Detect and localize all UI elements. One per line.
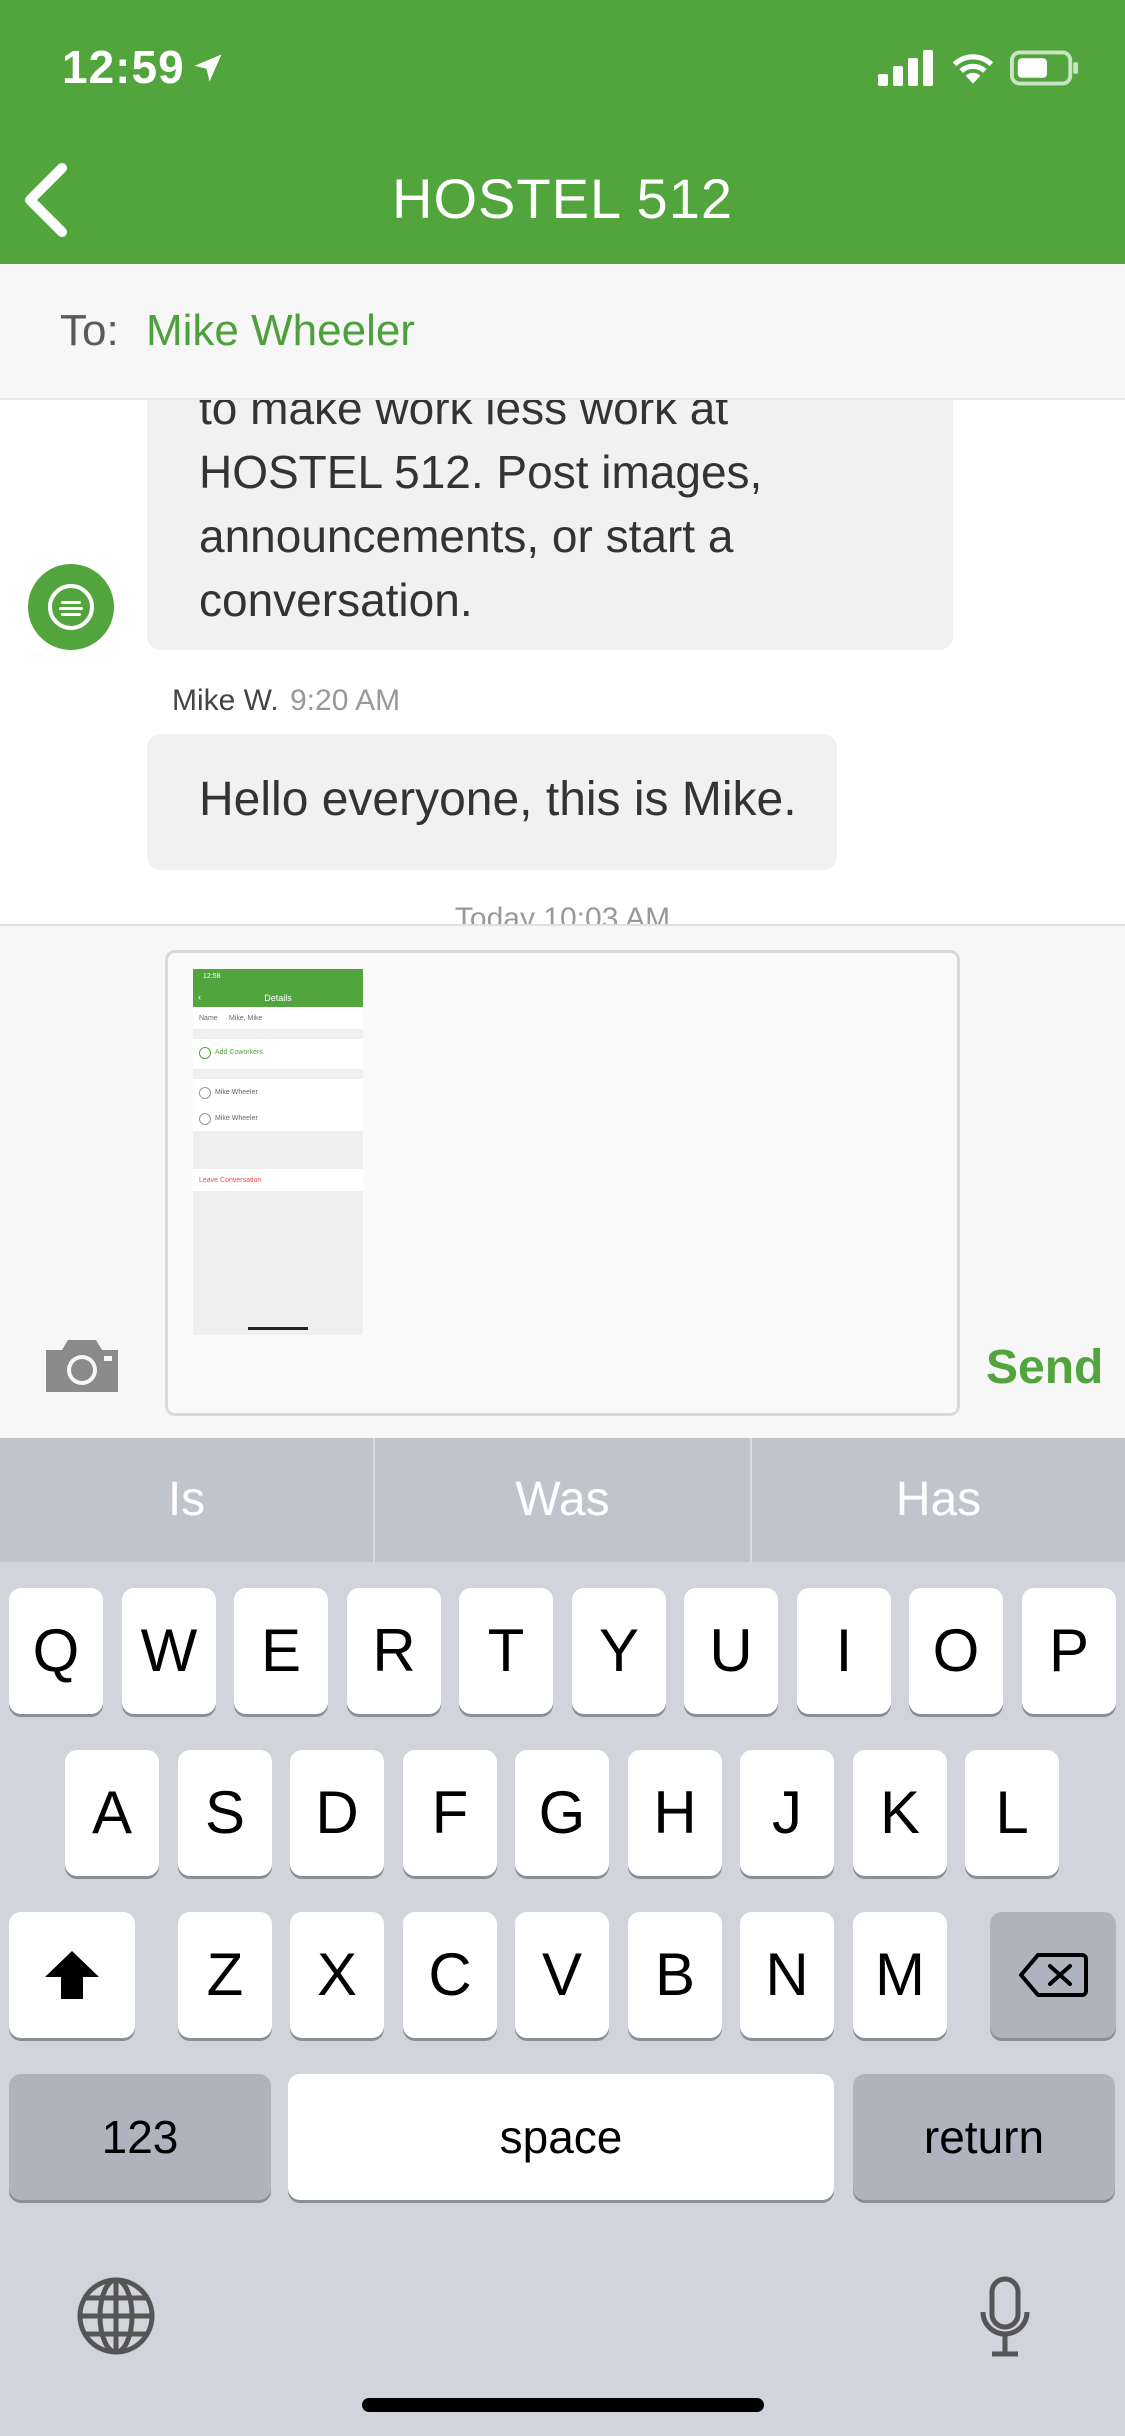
status-time: 12:59 [62,41,185,93]
backspace-icon [1019,1953,1088,1997]
battery-icon [1010,50,1079,86]
key-x[interactable]: X [290,1912,384,2038]
globe-icon[interactable] [76,2276,156,2356]
key-m[interactable]: M [853,1912,947,2038]
key-z[interactable]: Z [178,1912,272,2038]
camera-icon[interactable] [42,1336,122,1396]
key-p[interactable]: P [1022,1588,1116,1714]
key-u[interactable]: U [684,1588,778,1714]
recipient-row[interactable]: To: Mike Wheeler [0,264,1125,400]
shift-arrow-icon [45,1951,99,1999]
to-label: To: [60,306,119,355]
navigation-bar: 12:59 HOSTEL 512 [0,0,1125,264]
suggestion-item[interactable]: Was [375,1438,750,1562]
thumb-status-time: 12:58 [203,973,221,980]
key-r[interactable]: R [347,1588,441,1714]
key-n[interactable]: N [740,1912,834,2038]
page-title: HOSTEL 512 [392,167,733,230]
message-text: Hello everyone, this is Mike. [199,773,797,826]
wifi-icon [952,54,994,84]
key-k[interactable]: K [853,1750,947,1876]
thumb-leave-label: Leave Conversation [199,1177,262,1184]
message-list[interactable]: to make work less work at HOSTEL 512. Po… [0,400,1125,924]
suggestion-item[interactable]: Is [0,1438,373,1562]
message-sender: Mike W. [172,684,279,717]
suggestion-item[interactable]: Has [752,1438,1125,1562]
message-time: 9:20 AM [290,684,401,717]
message-bubble[interactable]: to make work less work at HOSTEL 512. Po… [147,400,953,650]
key-q[interactable]: Q [9,1588,103,1714]
location-arrow-icon [194,54,222,82]
key-e[interactable]: E [234,1588,328,1714]
send-button[interactable]: Send [986,1340,1103,1395]
composer: 12:58 ‹ Details Name Mike, Mike Add Cowo… [0,924,1125,1438]
key-c[interactable]: C [403,1912,497,2038]
microphone-icon[interactable] [980,2276,1030,2360]
message-input[interactable]: 12:58 ‹ Details Name Mike, Mike Add Cowo… [165,950,960,1416]
key-h[interactable]: H [628,1750,722,1876]
predictive-bar: Is Was Has [0,1438,1125,1562]
message-bubble[interactable]: Hello everyone, this is Mike. [147,734,837,870]
thumb-home-indicator [248,1327,308,1330]
key-d[interactable]: D [290,1750,384,1876]
key-a[interactable]: A [65,1750,159,1876]
key-b[interactable]: B [628,1912,722,2038]
thumb-add-label: Add Coworkers [215,1049,263,1056]
key-l[interactable]: L [965,1750,1059,1876]
delete-key[interactable] [990,1912,1116,2038]
recipient-name[interactable]: Mike Wheeler [146,306,415,356]
key-i[interactable]: I [797,1588,891,1714]
key-j[interactable]: J [740,1750,834,1876]
key-s[interactable]: S [178,1750,272,1876]
key-g[interactable]: G [515,1750,609,1876]
attachment-thumbnail[interactable]: 12:58 ‹ Details Name Mike, Mike Add Cowo… [193,969,363,1335]
space-key[interactable]: space [288,2074,834,2200]
keyboard: Is Was Has Q W E R T Y U I O P A S D F G… [0,1438,1125,2436]
thumb-title: Details [264,993,292,1003]
screen: 12:59 HOSTEL 512 To: Mike Wheeler to mak… [0,0,1125,2436]
thumb-member: Mike Wheeler [215,1115,258,1122]
thumb-name-label: Name [199,1015,218,1022]
message-text: to make work less work at HOSTEL 512. Po… [199,400,763,626]
group-avatar-icon [28,564,114,650]
key-w[interactable]: W [122,1588,216,1714]
day-separator: Today 10:03 AM [454,902,671,924]
thumb-member: Mike Wheeler [215,1089,258,1096]
numbers-key[interactable]: 123 [9,2074,271,2200]
cellular-signal-icon [878,50,933,86]
key-y[interactable]: Y [572,1588,666,1714]
key-v[interactable]: V [515,1912,609,2038]
thumb-name-value: Mike, Mike [229,1015,263,1022]
key-f[interactable]: F [403,1750,497,1876]
key-t[interactable]: T [459,1588,553,1714]
shift-key[interactable] [9,1912,135,2038]
key-o[interactable]: O [909,1588,1003,1714]
home-indicator[interactable] [362,2398,764,2412]
return-key[interactable]: return [853,2074,1115,2200]
